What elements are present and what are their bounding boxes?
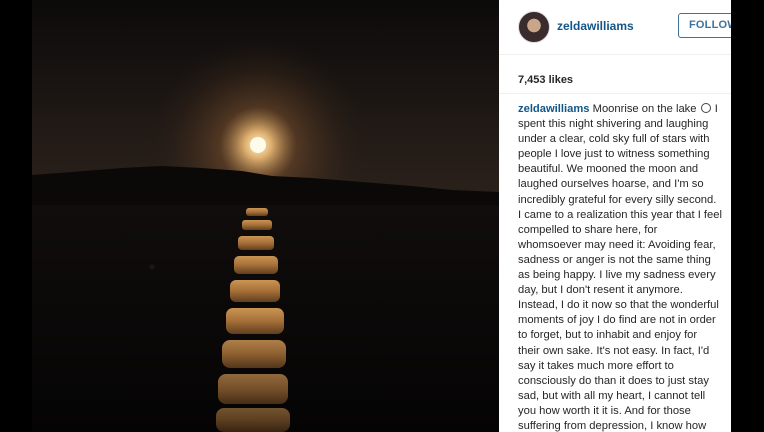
caption-first-text: Moonrise on the lake (592, 103, 697, 115)
caption-line: people I love just to witness something (518, 148, 710, 161)
post-details-panel: zeldawilliams FOLLOW 7,453 likes zeldawi… (499, 0, 731, 432)
caption-line: day, but I don't resent it anymore. (518, 284, 683, 297)
divider (499, 93, 731, 94)
caption-line: as being happy. I live my sadness every (518, 269, 716, 282)
moon (250, 137, 266, 153)
caption-first-tail: I (714, 103, 718, 115)
caption-line: consciously do than it does to just stay (518, 374, 709, 387)
profile-avatar[interactable] (518, 11, 550, 43)
caption-line: beautiful. We mooned the moon and (518, 163, 699, 176)
caption-line: their own sake. It's not easy. In fact, … (518, 344, 710, 357)
water-speck (149, 264, 155, 270)
caption-line: suffering from depression, I know how (518, 419, 707, 432)
post-photo (32, 0, 499, 432)
caption-line: say it takes much more effort to (518, 359, 674, 372)
instagram-embed: zeldawilliams FOLLOW 7,453 likes zeldawi… (0, 0, 764, 432)
caption-line: sadness or anger is not the same thing (518, 253, 711, 266)
caption-line: under a clear, cold sky full of stars wi… (518, 133, 710, 146)
post-caption: zeldawilliams Moonrise on the lake I spe… (518, 102, 731, 432)
caption-line: compelled to share here, for (518, 223, 658, 236)
moon-icon (700, 103, 711, 113)
caption-first-line: zeldawilliams Moonrise on the lake I (518, 102, 731, 117)
caption-line: sad, but with all my heart, I cannot tel… (518, 389, 706, 402)
caption-author[interactable]: zeldawilliams (518, 103, 590, 115)
caption-line: Instead, I do it now so that the wonderf… (518, 299, 719, 312)
post-username[interactable]: zeldawilliams (557, 19, 634, 33)
caption-line: whomsoever may need it: Avoiding fear, (518, 238, 716, 251)
caption-line: I came to a realization this year that I… (518, 208, 722, 221)
caption-line: you how worth it it is. And for those (518, 404, 691, 417)
caption-line: moments of joy I do find are not in orde… (518, 314, 716, 327)
post-header: zeldawilliams FOLLOW (499, 0, 731, 55)
moonrise-lake-image (32, 0, 499, 432)
caption-line: spent this night shivering and laughing (518, 118, 709, 131)
caption-line: incredibly grateful for every silly seco… (518, 193, 717, 206)
caption-line: laughed ourselves hoarse, and I'm so (518, 178, 704, 191)
caption-line: to forget, but to inhabit and enjoy for (518, 329, 698, 342)
likes-count[interactable]: 7,453 likes (518, 74, 573, 86)
follow-button[interactable]: FOLLOW (678, 13, 731, 38)
